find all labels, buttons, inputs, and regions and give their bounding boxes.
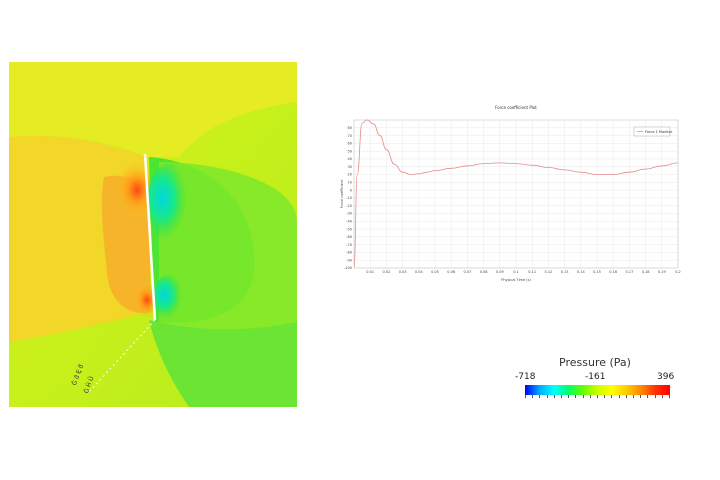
colorbar-min-label: -718 <box>515 372 536 382</box>
x-tick-label: 0.16 <box>609 270 617 274</box>
colorbar-tick <box>582 395 584 398</box>
x-tick-label: 0.05 <box>431 270 439 274</box>
y-tick-label: -60 <box>346 235 352 239</box>
x-tick-label: 0.12 <box>545 270 553 274</box>
y-tick-label: 30 <box>348 165 352 169</box>
x-tick-label: 0.07 <box>464 270 472 274</box>
y-tick-label: -70 <box>346 243 352 247</box>
x-axis-label: Physical Time (s) <box>501 278 531 282</box>
x-tick-label: 0.15 <box>593 270 601 274</box>
pressure-colorbar: Pressure (Pa) -718 -161 396 <box>515 356 675 402</box>
y-tick-label: 0 <box>350 188 352 192</box>
x-tick-label: 0.14 <box>577 270 586 274</box>
y-tick-label: 20 <box>348 173 352 177</box>
chart-background <box>336 98 688 284</box>
colorbar-tick <box>625 395 627 398</box>
colorbar-tick <box>597 395 598 398</box>
y-tick-label: -50 <box>346 227 352 231</box>
x-tick-label: 0.06 <box>447 270 455 274</box>
force-coefficient-chart[interactable]: Force coefficient Plot 80 70 60 50 40 30 20 10 0… <box>336 98 688 284</box>
y-tick-label: 60 <box>348 142 352 146</box>
colorbar-tick <box>618 395 620 398</box>
y-tick-label: -80 <box>346 251 352 255</box>
chart-title: Force coefficient Plot <box>495 105 537 110</box>
colorbar-tick <box>525 395 526 398</box>
x-tick-label: 0.08 <box>480 270 488 274</box>
y-tick-label: -30 <box>346 212 352 216</box>
x-tick-label: 0.03 <box>399 270 407 274</box>
x-tick-label: 0.02 <box>383 270 391 274</box>
colorbar-tick <box>589 395 591 398</box>
x-tick-label: 0.04 <box>415 270 424 274</box>
colorbar-tick <box>575 395 577 398</box>
y-tick-label: -100 <box>344 266 352 270</box>
y-tick-label: 70 <box>348 134 352 138</box>
x-tick-label: 0.09 <box>496 270 504 274</box>
colorbar-tick <box>539 395 541 398</box>
colorbar-tick <box>532 395 534 398</box>
colorbar-tick <box>611 395 613 398</box>
pressure-contour-plot <box>9 62 297 407</box>
colorbar-tick <box>604 395 606 398</box>
x-tick-label: 0.17 <box>626 270 634 274</box>
colorbar-tick <box>568 395 570 398</box>
pressure-contour-view[interactable]: Ĝ ƌ Ę ƌ Ġ Ĥ Ũ <box>9 62 297 407</box>
suction-low-pressure-region-lower <box>153 275 185 319</box>
colorbar-tick <box>669 395 670 398</box>
colorbar-tick <box>633 395 634 398</box>
y-axis-label: Force coefficient <box>340 179 344 208</box>
chart-grid <box>354 120 679 269</box>
colorbar-tick <box>640 395 642 398</box>
colorbar-tick <box>553 395 555 398</box>
x-tick-label: 0.11 <box>528 270 536 274</box>
x-tick-label: 0.1 <box>513 270 519 274</box>
y-tick-label: -10 <box>346 196 352 200</box>
y-tick-label: 10 <box>348 181 352 185</box>
x-tick-label: 0.19 <box>658 270 666 274</box>
colorbar-title: Pressure (Pa) <box>559 356 631 369</box>
x-tick-label: 0.2 <box>675 270 681 274</box>
colorbar-tick <box>647 395 649 398</box>
colorbar-gradient <box>525 385 670 395</box>
colorbar-max-label: 396 <box>657 372 675 382</box>
x-tick-label: 0.18 <box>642 270 650 274</box>
chart-svg: Force coefficient Plot 80 70 60 50 40 30 20 10 0… <box>336 98 688 284</box>
legend: Force 1 Monitor <box>633 126 673 137</box>
suction-low-pressure-region-upper <box>147 164 191 240</box>
y-tick-label: -40 <box>346 219 352 223</box>
y-tick-label: 50 <box>348 149 352 153</box>
y-tick-label: -20 <box>346 204 352 208</box>
colorbar-ticks <box>525 395 670 398</box>
legend-label: Force 1 Monitor <box>645 130 673 134</box>
y-tick-label: 40 <box>348 157 352 161</box>
colorbar-tick <box>654 395 656 398</box>
y-tick-label: -90 <box>346 258 352 262</box>
x-tick-label: 0.01 <box>366 270 374 274</box>
y-tick-label: 80 <box>348 126 352 130</box>
colorbar-tick <box>561 395 562 398</box>
x-tick-label: 0.13 <box>561 270 569 274</box>
colorbar-mid-label: -161 <box>585 372 606 382</box>
colorbar-tick <box>546 395 548 398</box>
colorbar-tick <box>661 395 663 398</box>
